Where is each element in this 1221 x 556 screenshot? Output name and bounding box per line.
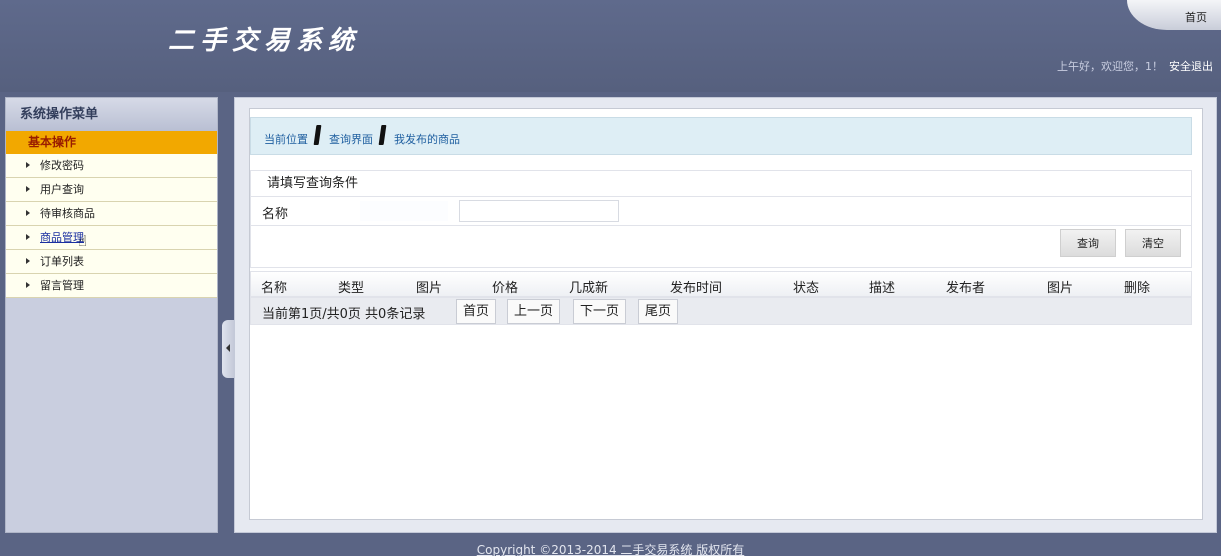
system-logo-title: 二手交易系统 [168,26,361,56]
sidebar-item-label: 订单列表 [40,255,84,268]
query-section-title: 请填写查询条件 [250,170,1192,196]
menu-group-basic[interactable]: 基本操作 [6,131,217,154]
user-greeting: 上午好，欢迎您，1！ 安全退出 [1057,58,1213,74]
column-header-image: 图片 [416,281,443,296]
pagination-info: 当前第1页/共0页 共0条记录 [262,307,426,322]
copyright-text: Copyright ©2013-2014 二手交易系统 版权所有 [476,543,745,556]
arrow-right-icon [26,234,30,240]
sidebar-menu: 系统操作菜单 基本操作 修改密码 用户查询 待审核商品 商品管理 ☝ 订单列表 … [5,97,218,533]
sidebar-item-user-query[interactable]: 用户查询 [6,178,217,202]
column-header-name: 名称 [261,281,288,296]
query-row: 名称 [250,196,1192,226]
breadcrumb-separator-icon [378,125,387,145]
footer: Copyright ©2013-2014 二手交易系统 版权所有 [0,533,1221,556]
logout-link[interactable]: 安全退出 [1169,60,1213,73]
collapse-left-icon [226,344,230,352]
next-page-button[interactable]: 下一页 [573,299,627,324]
sidebar-item-label: 修改密码 [40,159,84,172]
sidebar-item-pending-goods[interactable]: 待审核商品 [6,202,217,226]
breadcrumb-current-position: 当前位置 [264,133,308,146]
last-page-button[interactable]: 尾页 [638,299,679,324]
query-button[interactable]: 查询 [1060,229,1116,257]
sidebar-item-label: 用户查询 [40,183,84,196]
table-header: 名称 类型 图片 价格 几成新 发布时间 状态 描述 发布者 图片 删除 [250,271,1192,297]
breadcrumb-query-page[interactable]: 查询界面 [329,131,373,147]
sidebar-item-label: 待审核商品 [40,207,95,220]
content-area: 当前位置 查询界面 我发布的商品 请填写查询条件 名称 查询 清空 名称 类型 … [249,108,1203,520]
column-header-image-2: 图片 [1047,281,1074,296]
home-tab[interactable]: 首页 [1127,0,1221,30]
name-label: 名称 [262,207,289,222]
column-header-delete: 删除 [1124,281,1151,296]
sidebar-item-change-password[interactable]: 修改密码 [6,154,217,178]
column-header-status: 状态 [793,281,820,296]
sidebar-item-message-management[interactable]: 留言管理 [6,274,217,298]
breadcrumb-my-goods[interactable]: 我发布的商品 [394,131,460,147]
column-header-publisher: 发布者 [946,281,986,296]
name-input-secondary[interactable] [459,200,619,222]
prev-page-button[interactable]: 上一页 [507,299,561,324]
clear-button[interactable]: 清空 [1125,229,1181,257]
header: 二手交易系统 首页 上午好，欢迎您，1！ 安全退出 [0,0,1221,92]
arrow-right-icon [26,210,30,216]
breadcrumb-separator-icon [313,125,322,145]
breadcrumb: 当前位置 查询界面 我发布的商品 [250,117,1192,155]
sidebar-item-label: 留言管理 [40,279,84,292]
sidebar-collapse-handle[interactable] [222,320,234,378]
sidebar-item-order-list[interactable]: 订单列表 [6,250,217,274]
sidebar-item-goods-management[interactable]: 商品管理 ☝ [6,226,217,250]
greeting-text: 上午好，欢迎您，1！ [1057,60,1163,73]
column-header-type: 类型 [338,281,365,296]
column-header-condition: 几成新 [569,281,609,296]
column-header-publish-time: 发布时间 [670,281,723,296]
pagination: 当前第1页/共0页 共0条记录 首页 上一页 下一页 尾页 [250,297,1192,325]
main-panel: 当前位置 查询界面 我发布的商品 请填写查询条件 名称 查询 清空 名称 类型 … [234,97,1217,533]
name-input[interactable] [359,200,449,222]
arrow-right-icon [26,162,30,168]
query-actions: 查询 清空 [250,226,1192,268]
menu-title: 系统操作菜单 [6,98,217,131]
arrow-right-icon [26,258,30,264]
arrow-right-icon [26,282,30,288]
arrow-right-icon [26,186,30,192]
column-header-description: 描述 [869,281,896,296]
first-page-button[interactable]: 首页 [456,299,497,324]
column-header-price: 价格 [492,281,519,296]
home-link[interactable]: 首页 [1185,9,1207,25]
